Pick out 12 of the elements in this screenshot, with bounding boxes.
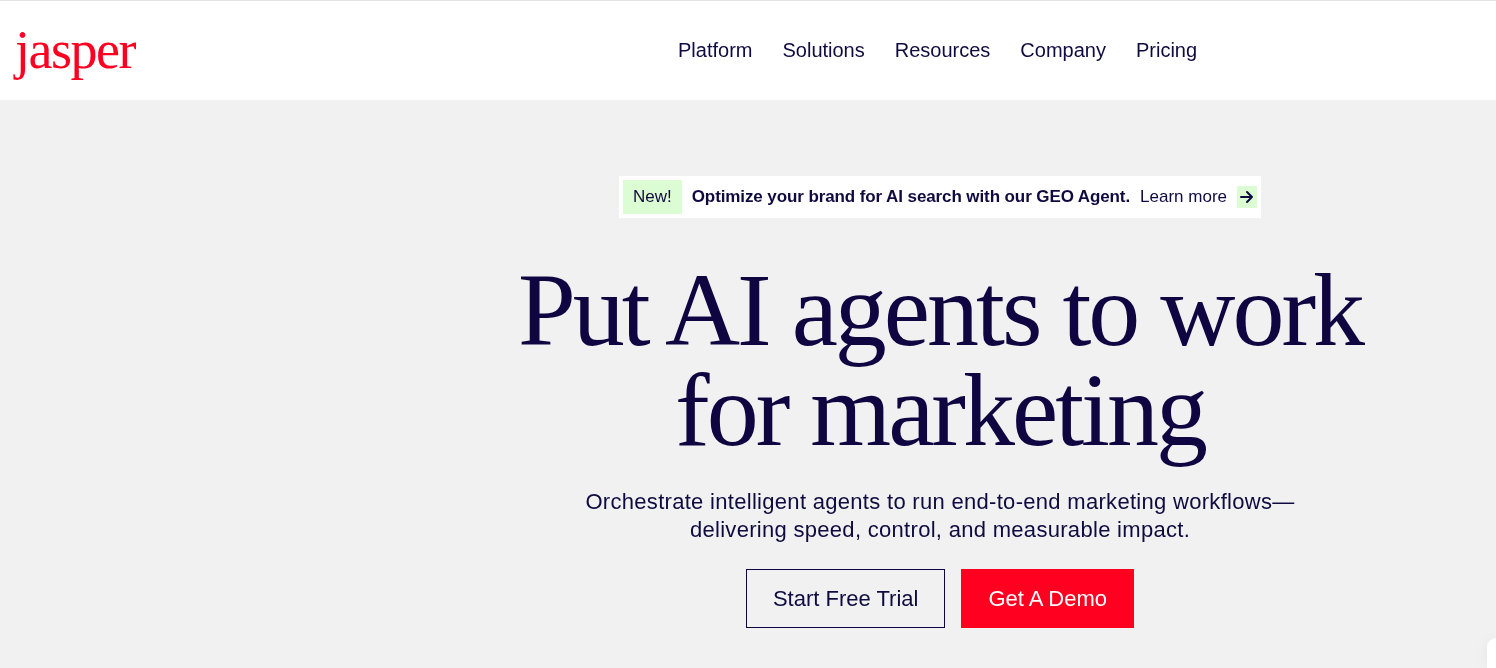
nav-link[interactable]: Platform (678, 39, 753, 62)
announcement-text: Optimize your brand for AI search with our GEO Agent. (691, 187, 1131, 207)
arrow-right-icon (1237, 186, 1257, 208)
nav-link[interactable]: Resources (894, 39, 991, 62)
nav-link[interactable]: Company (1020, 39, 1106, 62)
nav-link[interactable]: Solutions (782, 39, 865, 62)
learn-more-link[interactable]: Learn more (1140, 186, 1257, 208)
trial-button[interactable]: Start Free Trial (745, 569, 946, 628)
hero-subtitle: Orchestrate intelligent agents to run end-to-end marketing workflows—delivering speed, control, and measurable impact. (584, 488, 1296, 544)
demo-button[interactable]: Get A Demo (961, 569, 1135, 628)
new-badge: New! (623, 180, 682, 214)
nav-link[interactable]: Pricing (1135, 39, 1198, 62)
